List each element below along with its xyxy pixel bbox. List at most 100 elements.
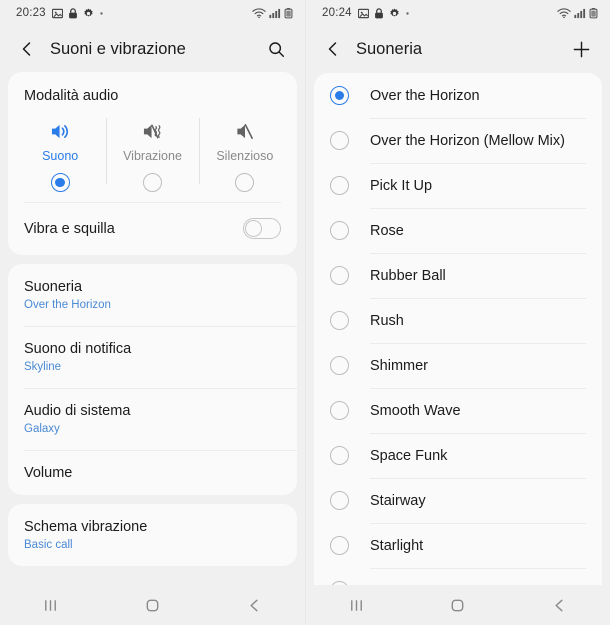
list-item[interactable]: Stairway: [314, 478, 602, 523]
settings-row-system-sound[interactable]: Audio di sistema Galaxy: [8, 387, 297, 450]
right-phone-screen: 20:24 Suoneria Over the Horizon Over the…: [305, 0, 610, 625]
vibration-settings-card: Schema vibrazione Basic call: [8, 503, 297, 566]
settings-row-notification-sound[interactable]: Suono di notifica Skyline: [8, 325, 297, 388]
settings-row-subtitle: Basic call: [24, 539, 73, 552]
settings-row-subtitle: Galaxy: [24, 422, 60, 435]
ringtone-radio[interactable]: [330, 401, 349, 420]
recents-button[interactable]: [306, 597, 407, 614]
audio-mode-sound-radio[interactable]: [50, 173, 70, 192]
audio-mode-title: Modalità audio: [24, 88, 119, 104]
audio-mode-sound-label: Suono: [42, 149, 79, 163]
ringtone-list: Over the Horizon Over the Horizon (Mello…: [314, 73, 602, 585]
signal-icon: [574, 8, 586, 19]
audio-mode-sound[interactable]: Suono: [14, 116, 106, 198]
back-button[interactable]: [509, 597, 610, 614]
wifi-icon: [557, 8, 571, 19]
ringtone-radio[interactable]: [330, 176, 349, 195]
status-time: 20:24: [322, 7, 352, 19]
list-item[interactable]: Space Funk: [314, 433, 602, 478]
list-item[interactable]: Rush: [314, 298, 602, 343]
settings-row-subtitle: Over the Horizon: [24, 299, 111, 312]
recents-button[interactable]: [0, 597, 102, 614]
ringtone-label: Shimmer: [370, 357, 429, 374]
dot-icon: [100, 11, 103, 15]
settings-row-vibration-pattern[interactable]: Schema vibrazione Basic call: [8, 504, 297, 566]
ringtone-radio[interactable]: [330, 536, 349, 555]
search-icon: [268, 41, 284, 57]
ringtone-scroll-area[interactable]: Over the Horizon Over the Horizon (Mello…: [306, 72, 610, 585]
audio-mode-options: Suono Vibrazione Silenzioso: [8, 108, 297, 202]
list-item-partial[interactable]: [314, 568, 602, 585]
dual-screenshot: 20:23 Suoni e vibrazione Modalità audio …: [0, 0, 610, 625]
audio-mode-card: Modalità audio Suono Vibrazione Silenzio…: [8, 72, 297, 255]
settings-scroll-area[interactable]: Modalità audio Suono Vibrazione Silenzio…: [0, 72, 305, 585]
home-button[interactable]: [102, 597, 204, 614]
ringtone-radio[interactable]: [330, 86, 349, 105]
settings-row-title: Suono di notifica: [24, 340, 132, 357]
list-item[interactable]: Over the Horizon (Mellow Mix): [314, 118, 602, 163]
home-icon: [146, 599, 159, 611]
audio-mode-silent-radio[interactable]: [235, 173, 255, 192]
back-button[interactable]: [203, 597, 305, 614]
search-button[interactable]: [261, 34, 291, 64]
wifi-icon: [252, 8, 266, 19]
audio-mode-vibration-radio[interactable]: [142, 173, 162, 192]
navigation-bar: [306, 585, 610, 625]
chevron-left-icon: [328, 42, 337, 56]
recents-icon: [45, 599, 57, 611]
gear-icon: [84, 8, 93, 17]
back-button[interactable]: [318, 34, 348, 64]
ringtone-radio[interactable]: [330, 131, 349, 150]
image-icon: [357, 8, 369, 18]
vibrate-and-ring-row[interactable]: Vibra e squilla: [8, 203, 297, 255]
settings-row-title: Audio di sistema: [24, 402, 131, 419]
list-item[interactable]: Rose: [314, 208, 602, 253]
list-item[interactable]: Starlight: [314, 523, 602, 568]
audio-mode-silent[interactable]: Silenzioso: [198, 116, 291, 198]
ringtone-radio[interactable]: [330, 491, 349, 510]
settings-row-title: Volume: [24, 464, 73, 481]
speaker-mute-icon: [234, 120, 255, 142]
ringtone-radio[interactable]: [330, 221, 349, 240]
vibrate-and-ring-toggle[interactable]: [243, 218, 281, 239]
page-title: Suoni e vibrazione: [50, 39, 186, 58]
gear-icon: [390, 8, 399, 17]
ringtone-radio[interactable]: [330, 581, 349, 585]
list-item[interactable]: Pick It Up: [314, 163, 602, 208]
page-title: Suoneria: [356, 39, 423, 58]
audio-mode-vibration[interactable]: Vibrazione: [106, 116, 198, 198]
settings-row-volume[interactable]: Volume: [8, 449, 297, 495]
ringtone-radio[interactable]: [330, 446, 349, 465]
dot-icon: [406, 11, 409, 15]
status-right-icons: [252, 7, 293, 19]
list-item[interactable]: Rubber Ball: [314, 253, 602, 298]
ringtone-radio[interactable]: [330, 266, 349, 285]
settings-row-ringtone[interactable]: Suoneria Over the Horizon: [8, 264, 297, 326]
back-button[interactable]: [12, 34, 42, 64]
add-ringtone-button[interactable]: [566, 34, 596, 64]
signal-icon: [269, 8, 281, 19]
list-item[interactable]: Shimmer: [314, 343, 602, 388]
ringtone-label: Rubber Ball: [370, 267, 446, 284]
list-item[interactable]: Over the Horizon: [314, 73, 602, 118]
ringtone-label: Stairway: [370, 492, 426, 509]
list-item[interactable]: Smooth Wave: [314, 388, 602, 433]
status-time: 20:23: [16, 7, 46, 19]
ringtone-label: Rose: [370, 222, 404, 239]
ringtone-radio[interactable]: [330, 356, 349, 375]
lock-icon: [68, 7, 77, 18]
ringtone-label: Rush: [370, 312, 404, 329]
chevron-left-icon: [22, 42, 31, 56]
plus-icon: [573, 41, 589, 57]
ringtone-radio[interactable]: [330, 311, 349, 330]
navigation-bar: [0, 585, 305, 625]
speaker-on-icon: [50, 120, 71, 142]
status-left-icons: [357, 7, 410, 19]
home-button[interactable]: [407, 597, 508, 614]
vibrate-icon: [142, 120, 163, 142]
ringtone-label: Starlight: [370, 537, 424, 554]
toggle-knob: [245, 220, 262, 237]
status-right-icons: [557, 7, 598, 19]
battery-icon: [284, 7, 293, 19]
ringtone-label: Pick It Up: [370, 177, 433, 194]
